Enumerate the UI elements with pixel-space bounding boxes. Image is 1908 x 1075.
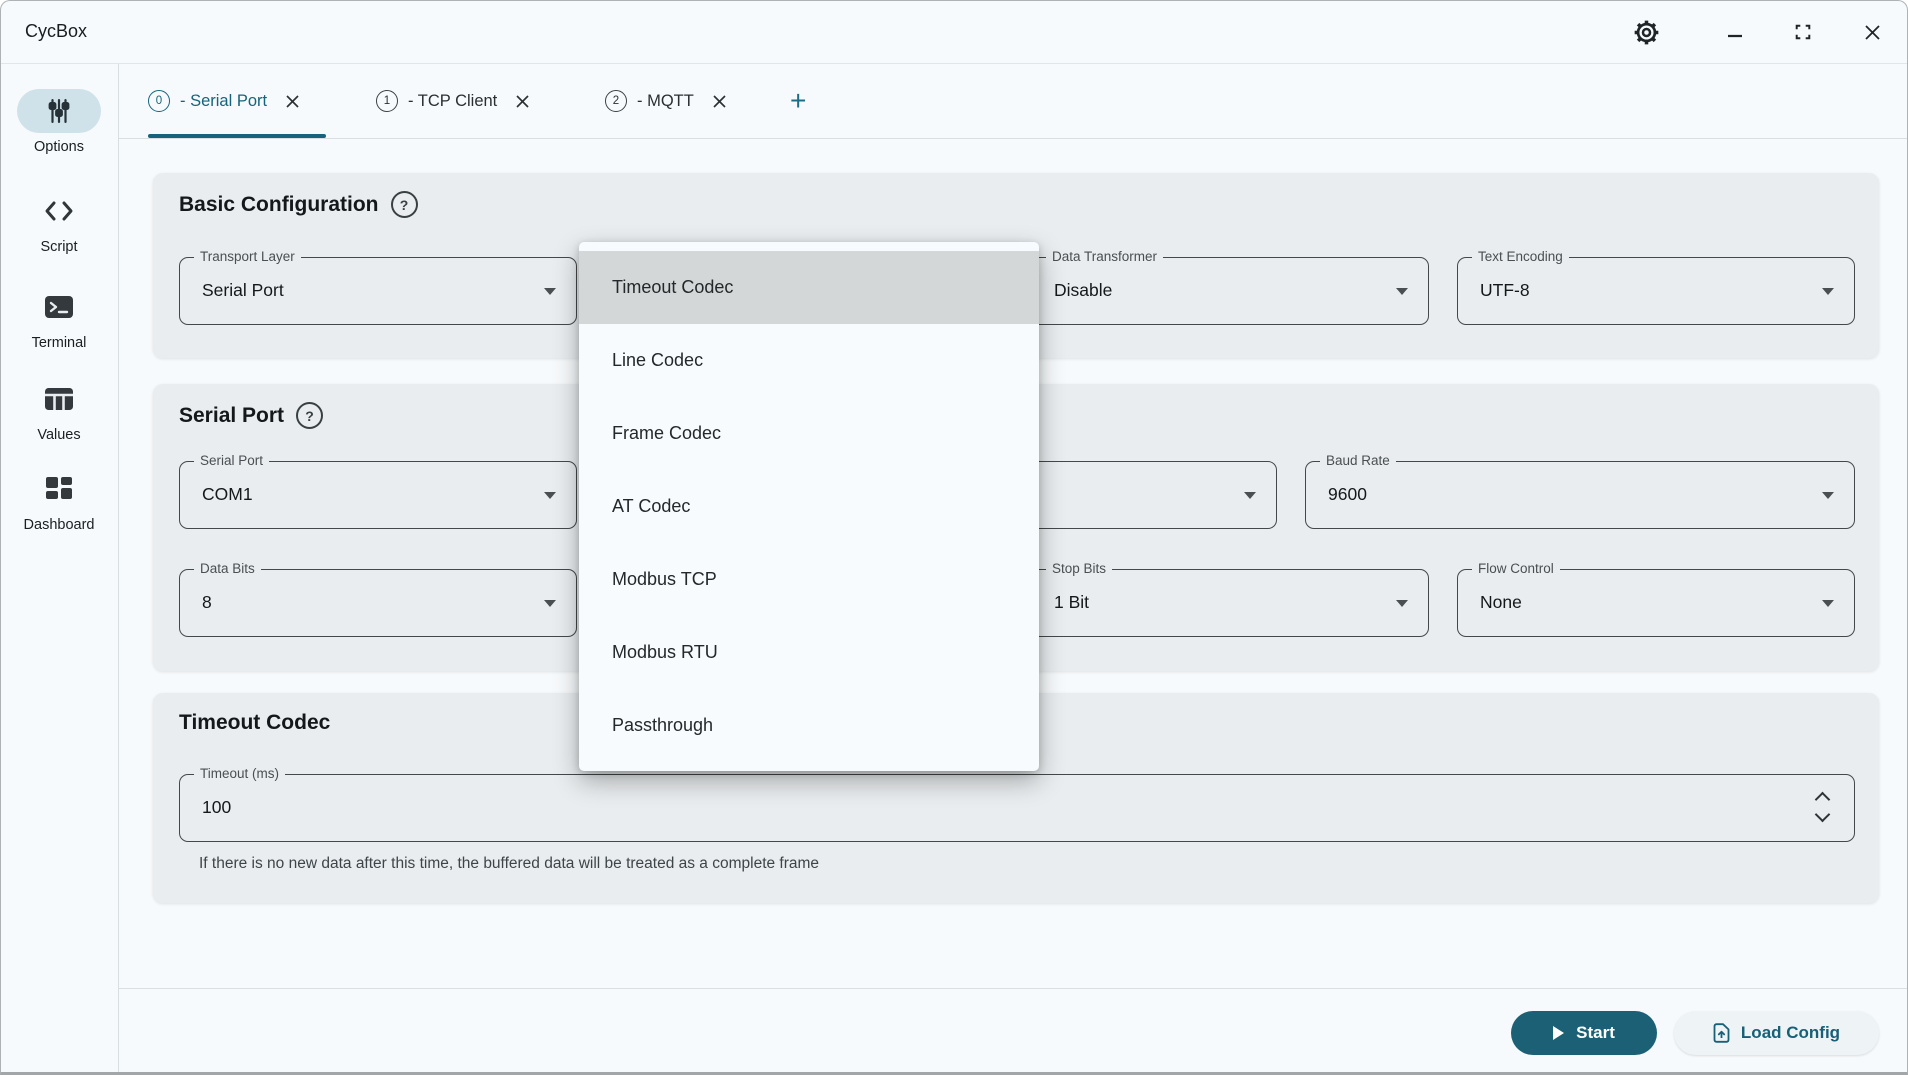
menu-item-frame-codec[interactable]: Frame Codec (579, 397, 1039, 470)
title-bar: CycBox (1, 1, 1907, 63)
tab-bar: 0 - Serial Port 1 - TCP Client 2 - MQTT … (118, 64, 1907, 139)
tab-close-icon[interactable] (712, 94, 727, 109)
field-value: Disable (1054, 258, 1112, 323)
timeout-helper-text: If there is no new data after this time,… (199, 855, 819, 873)
minimize-button[interactable] (1717, 15, 1753, 49)
field-value: 9600 (1328, 462, 1367, 527)
sidebar-label: Dashboard (1, 517, 117, 533)
timeout-ms-input[interactable]: Timeout (ms) 100 (179, 774, 1855, 842)
menu-item-timeout-codec[interactable]: Timeout Codec (579, 251, 1039, 324)
tab-index-badge: 2 (605, 90, 627, 112)
tab-tcp-client[interactable]: 1 - TCP Client (376, 64, 553, 138)
chevron-down-icon (544, 288, 556, 295)
text-encoding-select[interactable]: Text Encoding UTF-8 (1457, 257, 1855, 325)
tab-close-icon[interactable] (285, 94, 300, 109)
sidebar-item-dashboard[interactable]: Dashboard (1, 467, 117, 533)
tab-close-icon[interactable] (515, 94, 530, 109)
close-button[interactable] (1854, 15, 1890, 49)
start-button[interactable]: Start (1511, 1011, 1657, 1055)
terminal-icon (17, 285, 101, 329)
transport-layer-select[interactable]: Transport Layer Serial Port (179, 257, 577, 325)
serial-port-title: Serial Port ? (179, 402, 323, 429)
tab-label: - MQTT (637, 92, 694, 111)
codec-dropdown-menu: Timeout Codec Line Codec Frame Codec AT … (579, 242, 1039, 771)
settings-button[interactable] (1628, 15, 1664, 49)
menu-item-modbus-tcp[interactable]: Modbus TCP (579, 543, 1039, 616)
stepper-up-icon[interactable] (1815, 792, 1831, 808)
gear-icon (1633, 19, 1660, 46)
minimize-icon (1726, 23, 1744, 41)
section-title-text: Serial Port (179, 404, 284, 428)
sidebar-item-values[interactable]: Values (1, 377, 117, 443)
field-value: None (1480, 570, 1522, 635)
sidebar-label: Script (1, 239, 117, 255)
help-icon[interactable]: ? (391, 191, 418, 218)
menu-item-modbus-rtu[interactable]: Modbus RTU (579, 616, 1039, 689)
sidebar: Options Script Terminal (1, 64, 119, 1072)
tune-sliders-icon (44, 97, 74, 125)
help-icon[interactable]: ? (296, 402, 323, 429)
stop-bits-select[interactable]: Stop Bits 1 Bit (1031, 569, 1429, 637)
baud-rate-select[interactable]: Baud Rate 9600 (1305, 461, 1855, 529)
dashboard-grid-icon (17, 467, 101, 511)
app-title: CycBox (25, 21, 87, 42)
data-transformer-select[interactable]: Data Transformer Disable (1031, 257, 1429, 325)
field-value: UTF-8 (1480, 258, 1530, 323)
field-value: 8 (202, 570, 212, 635)
data-bits-select[interactable]: Data Bits 8 (179, 569, 577, 637)
file-upload-icon (1713, 1023, 1730, 1043)
chevron-down-icon (1244, 492, 1256, 499)
chevron-down-icon (1822, 600, 1834, 607)
app-window: CycBox (0, 0, 1908, 1075)
menu-item-passthrough[interactable]: Passthrough (579, 689, 1039, 762)
sidebar-label: Values (1, 427, 117, 443)
chevron-down-icon (1396, 600, 1408, 607)
play-icon (1553, 1026, 1564, 1040)
tab-serial-port[interactable]: 0 - Serial Port (148, 64, 326, 138)
active-tab-underline (148, 134, 326, 138)
table-columns-icon (17, 377, 101, 421)
close-icon (1864, 24, 1881, 41)
basic-configuration-title: Basic Configuration ? (179, 191, 418, 218)
stepper-down-icon[interactable] (1815, 807, 1831, 823)
sidebar-item-options[interactable]: Options (1, 89, 117, 155)
start-button-label: Start (1576, 1023, 1615, 1043)
sidebar-label: Terminal (1, 335, 117, 351)
chevron-down-icon (544, 492, 556, 499)
tab-index-badge: 0 (148, 90, 170, 112)
options-active-pill (17, 89, 101, 133)
menu-item-line-codec[interactable]: Line Codec (579, 324, 1039, 397)
add-tab-button[interactable]: + (790, 64, 806, 138)
section-title-text: Basic Configuration (179, 193, 379, 217)
chevron-down-icon (544, 600, 556, 607)
maximize-button[interactable] (1785, 15, 1821, 49)
field-value: 100 (202, 775, 231, 840)
load-config-button[interactable]: Load Config (1674, 1011, 1879, 1055)
chevron-down-icon (1822, 288, 1834, 295)
field-value: 1 Bit (1054, 570, 1089, 635)
field-value: Serial Port (202, 258, 284, 323)
code-brackets-icon (17, 189, 101, 233)
menu-item-at-codec[interactable]: AT Codec (579, 470, 1039, 543)
footer-divider (118, 988, 1907, 989)
flow-control-select[interactable]: Flow Control None (1457, 569, 1855, 637)
chevron-down-icon (1822, 492, 1834, 499)
timeout-codec-title: Timeout Codec (179, 711, 330, 735)
tab-label: - TCP Client (408, 92, 497, 111)
maximize-icon (1794, 23, 1812, 41)
sidebar-label: Options (1, 139, 117, 155)
section-title-text: Timeout Codec (179, 711, 330, 735)
serial-port-select[interactable]: Serial Port COM1 (179, 461, 577, 529)
tab-label: - Serial Port (180, 92, 267, 111)
chevron-down-icon (1396, 288, 1408, 295)
field-value: COM1 (202, 462, 253, 527)
load-config-label: Load Config (1741, 1023, 1840, 1043)
tab-mqtt[interactable]: 2 - MQTT (605, 64, 745, 138)
sidebar-item-script[interactable]: Script (1, 189, 117, 255)
sidebar-item-terminal[interactable]: Terminal (1, 285, 117, 351)
tab-index-badge: 1 (376, 90, 398, 112)
